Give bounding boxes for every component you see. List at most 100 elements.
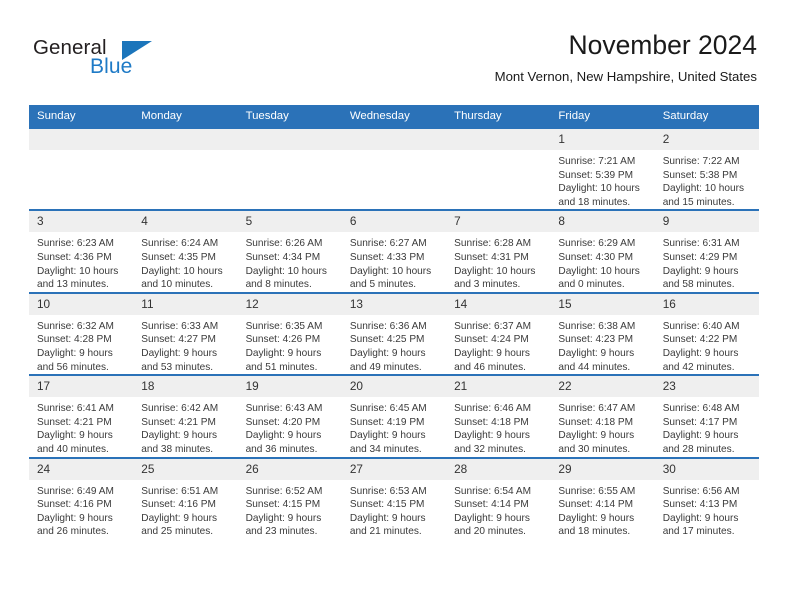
daylight-text: Daylight: 9 hours and 44 minutes.: [558, 347, 635, 373]
calendar-day-cell[interactable]: 9 Sunrise: 6:31 AM Sunset: 4:29 PM Daylight…: [654, 209, 759, 293]
day-details: Sunrise: 6:38 AM Sunset: 4:23 PM Daylight:…: [550, 315, 654, 374]
day-details: Sunrise: 6:32 AM Sunset: 4:28 PM Daylight:…: [29, 315, 133, 374]
sunrise-text: Sunrise: 6:24 AM: [141, 238, 219, 250]
daylight-text: Daylight: 9 hours and 46 minutes.: [454, 347, 530, 373]
sunset-text: Sunset: 4:33 PM: [349, 251, 425, 263]
daylight-text: Daylight: 9 hours and 42 minutes.: [662, 347, 739, 373]
day-details: Sunrise: 6:53 AM Sunset: 4:15 PM Daylight:…: [342, 480, 446, 539]
general-blue-logo[interactable]: General Blue: [33, 36, 213, 84]
calendar-week-row: 3 Sunrise: 6:23 AM Sunset: 4:36 PM Daylight…: [29, 209, 759, 293]
calendar-day-cell-empty: [29, 126, 134, 211]
page-title: November 2024: [568, 30, 757, 60]
calendar-day-cell[interactable]: 24 Sunrise: 6:49 AM Sunset: 4:16 PM Dayligh…: [29, 456, 134, 539]
sunrise-text: Sunrise: 6:45 AM: [349, 403, 427, 415]
calendar-day-cell[interactable]: 5 Sunrise: 6:26 AM Sunset: 4:34 PM Daylight…: [237, 209, 342, 293]
daylight-text: Daylight: 9 hours and 36 minutes.: [245, 430, 322, 455]
calendar-day-cell[interactable]: 25 Sunrise: 6:51 AM Sunset: 4:16 PM Dayligh…: [133, 456, 238, 539]
sunset-text: Sunset: 4:21 PM: [37, 416, 112, 428]
calendar-day-cell[interactable]: 2 Sunrise: 7:22 AM Sunset: 5:38 PM Daylight…: [654, 126, 759, 211]
daylight-text: Daylight: 9 hours and 49 minutes.: [349, 347, 426, 373]
day-number: 26: [237, 458, 342, 480]
sunrise-text: Sunrise: 6:54 AM: [454, 485, 531, 497]
weekday-header-sunday: Sunday: [29, 105, 134, 128]
daylight-text: Daylight: 9 hours and 30 minutes.: [558, 430, 635, 455]
daylight-text: Daylight: 10 hours and 10 minutes.: [141, 265, 223, 291]
sunset-text: Sunset: 4:36 PM: [37, 251, 112, 263]
calendar-table: Sunday Monday Tuesday Wednesday Thursday…: [29, 105, 759, 539]
calendar-day-cell[interactable]: 4 Sunrise: 6:24 AM Sunset: 4:35 PM Daylight…: [133, 209, 238, 293]
calendar-header-row: Sunday Monday Tuesday Wednesday Thursday…: [29, 105, 759, 128]
calendar-day-cell[interactable]: 7 Sunrise: 6:28 AM Sunset: 4:31 PM Daylight…: [446, 209, 551, 293]
daylight-text: Daylight: 9 hours and 23 minutes.: [245, 512, 322, 538]
calendar-day-cell[interactable]: 28 Sunrise: 6:54 AM Sunset: 4:14 PM Dayligh…: [446, 456, 551, 539]
day-details: Sunrise: 6:49 AM Sunset: 4:16 PM Daylight:…: [29, 480, 133, 539]
calendar-day-cell[interactable]: 18 Sunrise: 6:42 AM Sunset: 4:21 PM Dayligh…: [133, 374, 238, 458]
weekday-header-tuesday: Tuesday: [237, 105, 342, 128]
day-details: Sunrise: 6:23 AM Sunset: 4:36 PM Daylight:…: [29, 232, 133, 291]
day-number: 20: [341, 376, 447, 398]
day-number: 30: [654, 458, 759, 480]
calendar-day-cell[interactable]: 22 Sunrise: 6:47 AM Sunset: 4:18 PM Dayligh…: [550, 374, 655, 458]
daylight-text: Daylight: 9 hours and 25 minutes.: [141, 512, 218, 538]
calendar-day-cell[interactable]: 14 Sunrise: 6:37 AM Sunset: 4:24 PM Dayligh…: [446, 291, 551, 376]
day-details: Sunrise: 6:31 AM Sunset: 4:29 PM Daylight:…: [655, 232, 759, 291]
sunset-text: Sunset: 4:24 PM: [454, 334, 529, 346]
day-details: Sunrise: 6:56 AM Sunset: 4:13 PM Daylight:…: [655, 480, 759, 539]
day-number: [29, 129, 134, 150]
calendar-week-row: 1 Sunrise: 7:21 AM Sunset: 5:39 PM Daylight…: [29, 126, 759, 211]
day-details: Sunrise: 6:28 AM Sunset: 4:31 PM Daylight:…: [446, 232, 550, 291]
sunset-text: Sunset: 4:27 PM: [141, 334, 216, 346]
calendar-day-cell[interactable]: 8 Sunrise: 6:29 AM Sunset: 4:30 PM Daylight…: [550, 209, 655, 293]
calendar-day-cell[interactable]: 11 Sunrise: 6:33 AM Sunset: 4:27 PM Dayligh…: [133, 291, 238, 376]
day-details: Sunrise: 6:33 AM Sunset: 4:27 PM Daylight:…: [133, 315, 237, 374]
calendar-day-cell[interactable]: 13 Sunrise: 6:36 AM Sunset: 4:25 PM Dayligh…: [341, 291, 447, 376]
weekday-header-monday: Monday: [133, 105, 238, 128]
calendar-day-cell[interactable]: 16 Sunrise: 6:40 AM Sunset: 4:22 PM Dayligh…: [654, 291, 759, 376]
sunrise-text: Sunrise: 6:33 AM: [141, 320, 219, 332]
sunset-text: Sunset: 4:15 PM: [349, 499, 425, 511]
calendar-day-cell-empty: [341, 126, 447, 211]
calendar-day-cell[interactable]: 21 Sunrise: 6:46 AM Sunset: 4:18 PM Dayligh…: [446, 374, 551, 458]
sunrise-text: Sunrise: 7:21 AM: [558, 156, 636, 167]
calendar-body: 1 Sunrise: 7:21 AM Sunset: 5:39 PM Daylight…: [29, 126, 759, 539]
sunset-text: Sunset: 4:13 PM: [662, 499, 738, 511]
sunrise-text: Sunrise: 6:37 AM: [454, 320, 531, 332]
calendar-day-cell[interactable]: 19 Sunrise: 6:43 AM Sunset: 4:20 PM Dayligh…: [237, 374, 342, 458]
day-details: Sunrise: 6:29 AM Sunset: 4:30 PM Daylight:…: [550, 232, 654, 291]
calendar-day-cell[interactable]: 26 Sunrise: 6:52 AM Sunset: 4:15 PM Dayligh…: [237, 456, 342, 539]
sunrise-text: Sunrise: 6:27 AM: [349, 238, 427, 250]
calendar-day-cell[interactable]: 27 Sunrise: 6:53 AM Sunset: 4:15 PM Dayligh…: [341, 456, 447, 539]
calendar-day-cell[interactable]: 10 Sunrise: 6:32 AM Sunset: 4:28 PM Dayligh…: [29, 291, 134, 376]
sunrise-text: Sunrise: 6:23 AM: [37, 238, 114, 250]
sunrise-text: Sunrise: 6:49 AM: [37, 485, 114, 497]
calendar-day-cell[interactable]: 12 Sunrise: 6:35 AM Sunset: 4:26 PM Dayligh…: [237, 291, 342, 376]
sunset-text: Sunset: 4:23 PM: [558, 334, 634, 346]
calendar-day-cell[interactable]: 30 Sunrise: 6:56 AM Sunset: 4:13 PM Dayligh…: [654, 456, 759, 539]
day-number: 17: [29, 376, 134, 398]
day-details: Sunrise: 6:35 AM Sunset: 4:26 PM Daylight:…: [238, 315, 342, 374]
daylight-text: Daylight: 9 hours and 18 minutes.: [558, 512, 635, 538]
sunset-text: Sunset: 4:16 PM: [141, 499, 216, 511]
day-details: Sunrise: 6:40 AM Sunset: 4:22 PM Daylight:…: [655, 315, 759, 374]
daylight-text: Daylight: 10 hours and 8 minutes.: [245, 265, 327, 291]
sunrise-text: Sunrise: 6:47 AM: [558, 403, 636, 415]
calendar-day-cell[interactable]: 20 Sunrise: 6:45 AM Sunset: 4:19 PM Dayligh…: [341, 374, 447, 458]
calendar-day-cell[interactable]: 6 Sunrise: 6:27 AM Sunset: 4:33 PM Daylight…: [341, 209, 447, 293]
calendar-day-cell[interactable]: 1 Sunrise: 7:21 AM Sunset: 5:39 PM Daylight…: [550, 126, 655, 211]
day-number: 22: [550, 376, 655, 398]
sunrise-text: Sunrise: 6:51 AM: [141, 485, 219, 497]
daylight-text: Daylight: 9 hours and 17 minutes.: [662, 512, 739, 538]
sunset-text: Sunset: 4:20 PM: [245, 416, 321, 428]
calendar-week-row: 10 Sunrise: 6:32 AM Sunset: 4:28 PM Dayligh…: [29, 291, 759, 376]
day-number: 9: [654, 211, 759, 233]
calendar-day-cell[interactable]: 15 Sunrise: 6:38 AM Sunset: 4:23 PM Dayligh…: [550, 291, 655, 376]
calendar-day-cell[interactable]: 17 Sunrise: 6:41 AM Sunset: 4:21 PM Dayligh…: [29, 374, 134, 458]
day-number: 13: [341, 293, 447, 315]
calendar-day-cell[interactable]: 23 Sunrise: 6:48 AM Sunset: 4:17 PM Dayligh…: [654, 374, 759, 458]
calendar-day-cell[interactable]: 29 Sunrise: 6:55 AM Sunset: 4:14 PM Dayligh…: [550, 456, 655, 539]
weekday-header-thursday: Thursday: [446, 105, 551, 128]
calendar-day-cell[interactable]: 3 Sunrise: 6:23 AM Sunset: 4:36 PM Daylight…: [29, 209, 134, 293]
calendar-day-cell-empty: [237, 126, 342, 211]
day-number: 6: [341, 211, 447, 233]
day-number: 16: [654, 293, 759, 315]
